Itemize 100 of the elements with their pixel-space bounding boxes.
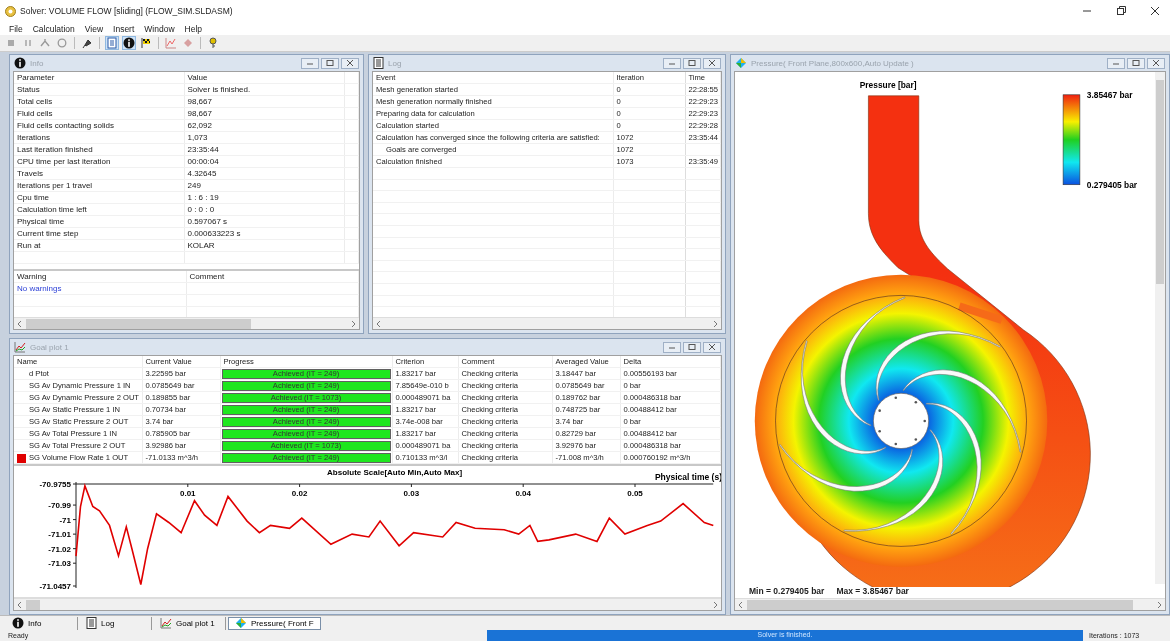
- app-icon: [5, 5, 16, 17]
- stop-icon: [5, 37, 17, 49]
- parameter-value: 23:35:44: [184, 143, 344, 156]
- goal-icon: [160, 617, 172, 629]
- parameter-value: 0.000633223 s: [184, 227, 344, 240]
- close-button[interactable]: [341, 57, 359, 69]
- info-tool-button[interactable]: [122, 36, 136, 50]
- column-header[interactable]: Warning: [14, 271, 186, 283]
- parameter-name: CPU time per last iteration: [14, 155, 184, 168]
- parameter-value: 4.32645: [184, 167, 344, 180]
- maximize-button[interactable]: [321, 57, 339, 69]
- plot-title: Pressure [bar]: [859, 79, 917, 90]
- x-tick-label: 0.04: [515, 489, 531, 499]
- parameter-value: 0.597067 s: [184, 215, 344, 228]
- min-value-text: Min = 0.279405 bar: [749, 586, 825, 596]
- parameter-name: Fluid cells contacting solids: [14, 119, 184, 132]
- log-icon: [373, 57, 384, 69]
- y-tick-label: -70.9755: [39, 480, 71, 490]
- parameter-value: 1 : 6 : 19: [184, 191, 344, 204]
- y-tick-label: -71.03: [48, 559, 71, 569]
- window-title: Solver: VOLUME FLOW [sliding] (FLOW_SIM.SLDASM): [20, 6, 233, 16]
- scrollbar-thumb[interactable]: [26, 318, 251, 329]
- plot-icon: [235, 617, 247, 629]
- parameter-name: Fluid cells: [14, 107, 184, 120]
- x-axis-title: Physical time (s): [654, 472, 721, 483]
- maximize-icon: [326, 60, 334, 66]
- y-tick-label: -71.01: [48, 530, 71, 540]
- horizontal-scrollbar[interactable]: [735, 598, 1165, 610]
- chart-icon: [165, 37, 177, 49]
- horizontal-scrollbar[interactable]: [373, 317, 721, 329]
- column-header[interactable]: Parameter: [14, 72, 184, 84]
- window-tab[interactable]: Info: [6, 616, 78, 630]
- parameter-name: Travels: [14, 167, 184, 180]
- parameter-name: Total cells: [14, 95, 184, 108]
- menu-item[interactable]: Calculation: [31, 23, 76, 34]
- maximize-button[interactable]: [683, 341, 701, 353]
- y-tick-label: -71.0457: [39, 582, 71, 592]
- probe-icon: [39, 37, 51, 49]
- window-tab[interactable]: Goal plot 1: [154, 616, 226, 630]
- minimize-icon: [668, 344, 676, 350]
- info-icon: [14, 57, 26, 69]
- maximize-button[interactable]: [683, 57, 701, 69]
- close-icon: [1150, 6, 1160, 16]
- flag-icon: [140, 37, 152, 49]
- close-icon: [346, 60, 354, 66]
- close-icon: [708, 344, 716, 350]
- plot-icon: [735, 57, 747, 69]
- flag-tool-button[interactable]: [139, 36, 153, 50]
- parameter-value: Solver is finished.: [184, 83, 344, 96]
- menu-item[interactable]: File: [8, 23, 24, 34]
- scrollbar-thumb[interactable]: [1156, 80, 1164, 284]
- scrollbar-thumb[interactable]: [747, 599, 1133, 610]
- parameter-name: Status: [14, 83, 184, 96]
- parameter-name: Current time step: [14, 227, 184, 240]
- chart-title: Absolute Scale[Auto Min,Auto Max]: [327, 468, 463, 478]
- minimize-icon: [1112, 60, 1120, 66]
- parameter-name: Physical time: [14, 215, 184, 228]
- legend-min-label: 0.279405 bar: [1086, 179, 1138, 190]
- log-icon: [106, 37, 118, 49]
- scrollbar-thumb[interactable]: [26, 599, 40, 610]
- horizontal-scrollbar[interactable]: [14, 317, 359, 329]
- y-tick-label: -71: [59, 515, 71, 525]
- close-button[interactable]: [1147, 57, 1165, 69]
- parameter-name: Last iteration finished: [14, 143, 184, 156]
- close-button[interactable]: [703, 57, 721, 69]
- window-tab[interactable]: Log: [80, 616, 152, 630]
- close-button[interactable]: [703, 341, 721, 353]
- maximize-icon: [1132, 60, 1140, 66]
- menu-item[interactable]: Window: [143, 23, 176, 34]
- close-icon: [1152, 60, 1160, 66]
- horizontal-scrollbar[interactable]: [14, 598, 721, 610]
- chart-tool-button[interactable]: [164, 36, 178, 50]
- pause-icon: [22, 37, 34, 49]
- maximize-button[interactable]: [1127, 57, 1145, 69]
- parameter-value: 249: [184, 179, 344, 192]
- menu-item[interactable]: Help: [183, 23, 204, 34]
- maximize-icon: [688, 344, 696, 350]
- x-tick-label: 0.02: [291, 489, 308, 499]
- parameter-value: KOLAR: [184, 239, 344, 252]
- maximize-icon: [688, 60, 696, 66]
- menu-item[interactable]: Insert: [112, 23, 136, 34]
- y-tick-label: -71.02: [48, 544, 71, 554]
- menu-item[interactable]: View: [83, 23, 105, 34]
- info-icon: [12, 617, 24, 629]
- parameter-name: Iterations per 1 travel: [14, 179, 184, 192]
- key-tool-button[interactable]: [206, 36, 220, 50]
- window-tab[interactable]: Pressure( Front F: [228, 616, 321, 630]
- parameter-value: 00:00:04: [184, 155, 344, 168]
- vertical-scrollbar[interactable]: [1155, 72, 1165, 584]
- minimize-icon: [668, 60, 676, 66]
- minimize-icon: [306, 60, 314, 66]
- legend-max-label: 3.85467 bar: [1086, 89, 1133, 100]
- refresh-tool-button[interactable]: [55, 36, 69, 50]
- parameter-value: 98,667: [184, 107, 344, 120]
- parameter-value: 98,667: [184, 95, 344, 108]
- max-value-text: Max = 3.85467 bar: [836, 586, 909, 596]
- x-tick-label: 0.01: [180, 489, 196, 499]
- column-header[interactable]: Comment: [186, 271, 359, 283]
- column-header[interactable]: Value: [184, 72, 344, 84]
- parameter-value: 1,073: [184, 131, 344, 144]
